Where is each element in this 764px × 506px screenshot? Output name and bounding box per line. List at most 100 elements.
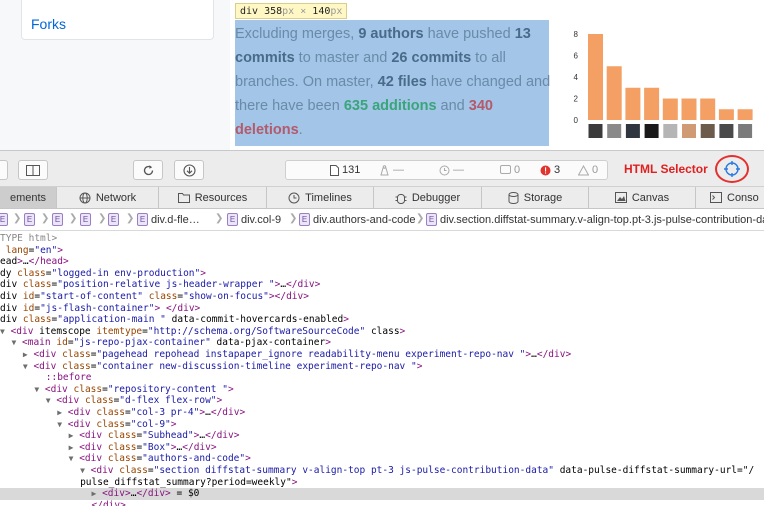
dom-node[interactable]: ▶ <div class="pagehead repohead instapap…	[0, 349, 764, 361]
timelines-icon	[288, 192, 300, 203]
dom-node[interactable]: ▶ <div class="Box">…</div>	[0, 442, 764, 454]
dom-node-text: div class="position-relative js-header-w…	[0, 279, 321, 291]
chart-bar[interactable]	[606, 66, 622, 120]
dom-node[interactable]: div class="position-relative js-header-w…	[0, 279, 764, 291]
element-picker-button[interactable]	[715, 155, 749, 183]
dom-node-text: ▼ <div class="repository-content ">	[34, 383, 234, 395]
resource-count[interactable]: 131	[330, 164, 360, 176]
breadcrumb-item-current[interactable]: Ediv.section.diffstat-summary.v-align-to…	[426, 213, 764, 226]
breadcrumb-item[interactable]: E	[108, 213, 122, 226]
html-selector-annotation: HTML Selector	[624, 162, 708, 176]
dom-node[interactable]: ::before	[0, 372, 764, 384]
dom-node[interactable]: ead>…</head>	[0, 256, 764, 268]
tab-network[interactable]: Network	[57, 187, 159, 208]
dom-node-text: ▼ <div class="container new-discussion-t…	[22, 360, 423, 372]
tab-elements[interactable]: ements	[0, 187, 57, 208]
chart-bar[interactable]	[644, 87, 660, 120]
dom-node[interactable]: ▼ <div class="authors-and-code">	[0, 453, 764, 465]
load-time-status[interactable]: —	[439, 164, 464, 176]
chart-bar[interactable]	[737, 109, 753, 120]
tab-canvas[interactable]: Canvas	[589, 187, 696, 208]
breadcrumb-item[interactable]: Ediv.authors-and-code	[299, 213, 416, 226]
breadcrumb-item[interactable]: Ediv.col-9	[227, 213, 281, 226]
dom-node[interactable]: pulse_diffstat_summary?period=weekly">	[0, 477, 764, 489]
dom-node[interactable]: dy class="logged-in env-production">	[0, 268, 764, 280]
chart-bar[interactable]	[588, 34, 603, 120]
tab-debugger[interactable]: Debugger	[374, 187, 482, 208]
y-tick-label: 8	[574, 30, 579, 39]
dom-node[interactable]: ▼ <div class="section diffstat-summary v…	[0, 465, 764, 477]
dom-node-text: ead>…</head>	[0, 256, 69, 268]
breadcrumb-item[interactable]: E	[80, 213, 94, 226]
authors-count[interactable]: 9 authors	[358, 26, 423, 42]
tab-resources[interactable]: Resources	[159, 187, 267, 208]
contributor-avatar[interactable]	[719, 124, 734, 138]
breadcrumb-separator: ❯	[215, 213, 224, 224]
chart-bar[interactable]	[662, 98, 678, 121]
dom-node[interactable]: ▼ <div itemscope itemtype="http://schema…	[0, 326, 764, 338]
dom-node-text: </div>	[91, 499, 126, 506]
dom-node[interactable]: ▶ <div class="Subhead">…</div>	[0, 430, 764, 442]
message-icon	[500, 164, 511, 174]
dom-node[interactable]: div id="start-of-content" class="show-on…	[0, 291, 764, 303]
tab-timelines[interactable]: Timelines	[267, 187, 374, 208]
contributor-avatar[interactable]	[738, 124, 753, 138]
tab-console[interactable]: Conso	[696, 187, 764, 208]
split-view-button[interactable]	[18, 160, 48, 180]
breadcrumb-separator: ❯	[289, 213, 298, 224]
messages-count[interactable]: 0	[500, 164, 520, 176]
dom-node[interactable]: </div>	[0, 500, 764, 506]
dock-button[interactable]	[0, 160, 8, 180]
weight-icon	[380, 164, 389, 175]
dom-node-text: ▼ <div class="authors-and-code">	[68, 453, 251, 465]
warnings-count[interactable]: 0	[578, 164, 598, 176]
dom-node[interactable]: ▼ <main id="js-repo-pjax-container" data…	[0, 337, 764, 349]
dom-node[interactable]: lang="en">	[0, 245, 764, 257]
element-icon: E	[227, 213, 238, 226]
crosshair-icon	[724, 161, 740, 177]
dom-node-text: ▼ <div class="col-9">	[57, 418, 177, 430]
diffstat-summary-text: Excluding merges, 9 authors have pushed …	[235, 26, 551, 138]
contributor-avatar[interactable]	[644, 124, 659, 138]
sidebar-box: Forks	[21, 0, 214, 40]
chart-bar[interactable]	[700, 98, 716, 121]
dom-node[interactable]: ▶ <div class="col-3 pr-4">…</div>	[0, 407, 764, 419]
breadcrumb-separator: ❯	[13, 213, 22, 224]
chart-bar[interactable]	[625, 87, 641, 120]
breadcrumb-item[interactable]: Ediv.d-fle…	[137, 213, 200, 226]
breadcrumb-item[interactable]: E	[0, 213, 11, 226]
dom-node-text: ▶ <div>…</div> = $0	[91, 488, 200, 500]
document-icon	[330, 164, 339, 176]
resource-size-status[interactable]: —	[379, 164, 404, 176]
tab-storage[interactable]: Storage	[482, 187, 589, 208]
contributor-avatar[interactable]	[607, 124, 622, 138]
dom-node[interactable]: ▼ <div class="container new-discussion-t…	[0, 361, 764, 373]
reload-button[interactable]	[133, 160, 163, 180]
warning-icon	[578, 164, 589, 175]
dom-node[interactable]: TYPE html>	[0, 233, 764, 245]
dom-node[interactable]: div class="application-main " data-commi…	[0, 314, 764, 326]
contributor-avatar[interactable]	[625, 124, 640, 138]
dom-node[interactable]: ▼ <div class="d-flex flex-row">	[0, 395, 764, 407]
chart-bar[interactable]	[718, 109, 734, 120]
reload-icon	[143, 164, 153, 175]
forks-link[interactable]: Forks	[31, 16, 66, 32]
contributor-avatar[interactable]	[663, 124, 678, 138]
contributor-avatar[interactable]	[588, 124, 603, 138]
contributor-avatar[interactable]	[682, 124, 696, 138]
element-icon: E	[0, 213, 8, 226]
breadcrumb-item[interactable]: E	[24, 213, 38, 226]
contributor-avatar[interactable]	[700, 124, 715, 138]
chart-bar[interactable]	[681, 98, 697, 121]
dom-node-text: pulse_diffstat_summary?period=weekly">	[0, 476, 298, 488]
dom-node[interactable]: ▼ <div class="repository-content ">	[0, 384, 764, 396]
y-tick-label: 2	[574, 95, 579, 104]
dom-node[interactable]: div id="js-flash-container"> </div>	[0, 303, 764, 315]
errors-count[interactable]: 3	[540, 164, 560, 176]
dom-node-selected[interactable]: ▶ <div>…</div> = $0	[0, 488, 764, 500]
breadcrumb-item[interactable]: E	[52, 213, 66, 226]
download-button[interactable]	[174, 160, 204, 180]
contributors-bar-chart: 0 2 4 6 8	[574, 30, 753, 138]
all-commits-count[interactable]: 26 commits	[391, 50, 471, 66]
dom-node[interactable]: ▼ <div class="col-9">	[0, 419, 764, 431]
